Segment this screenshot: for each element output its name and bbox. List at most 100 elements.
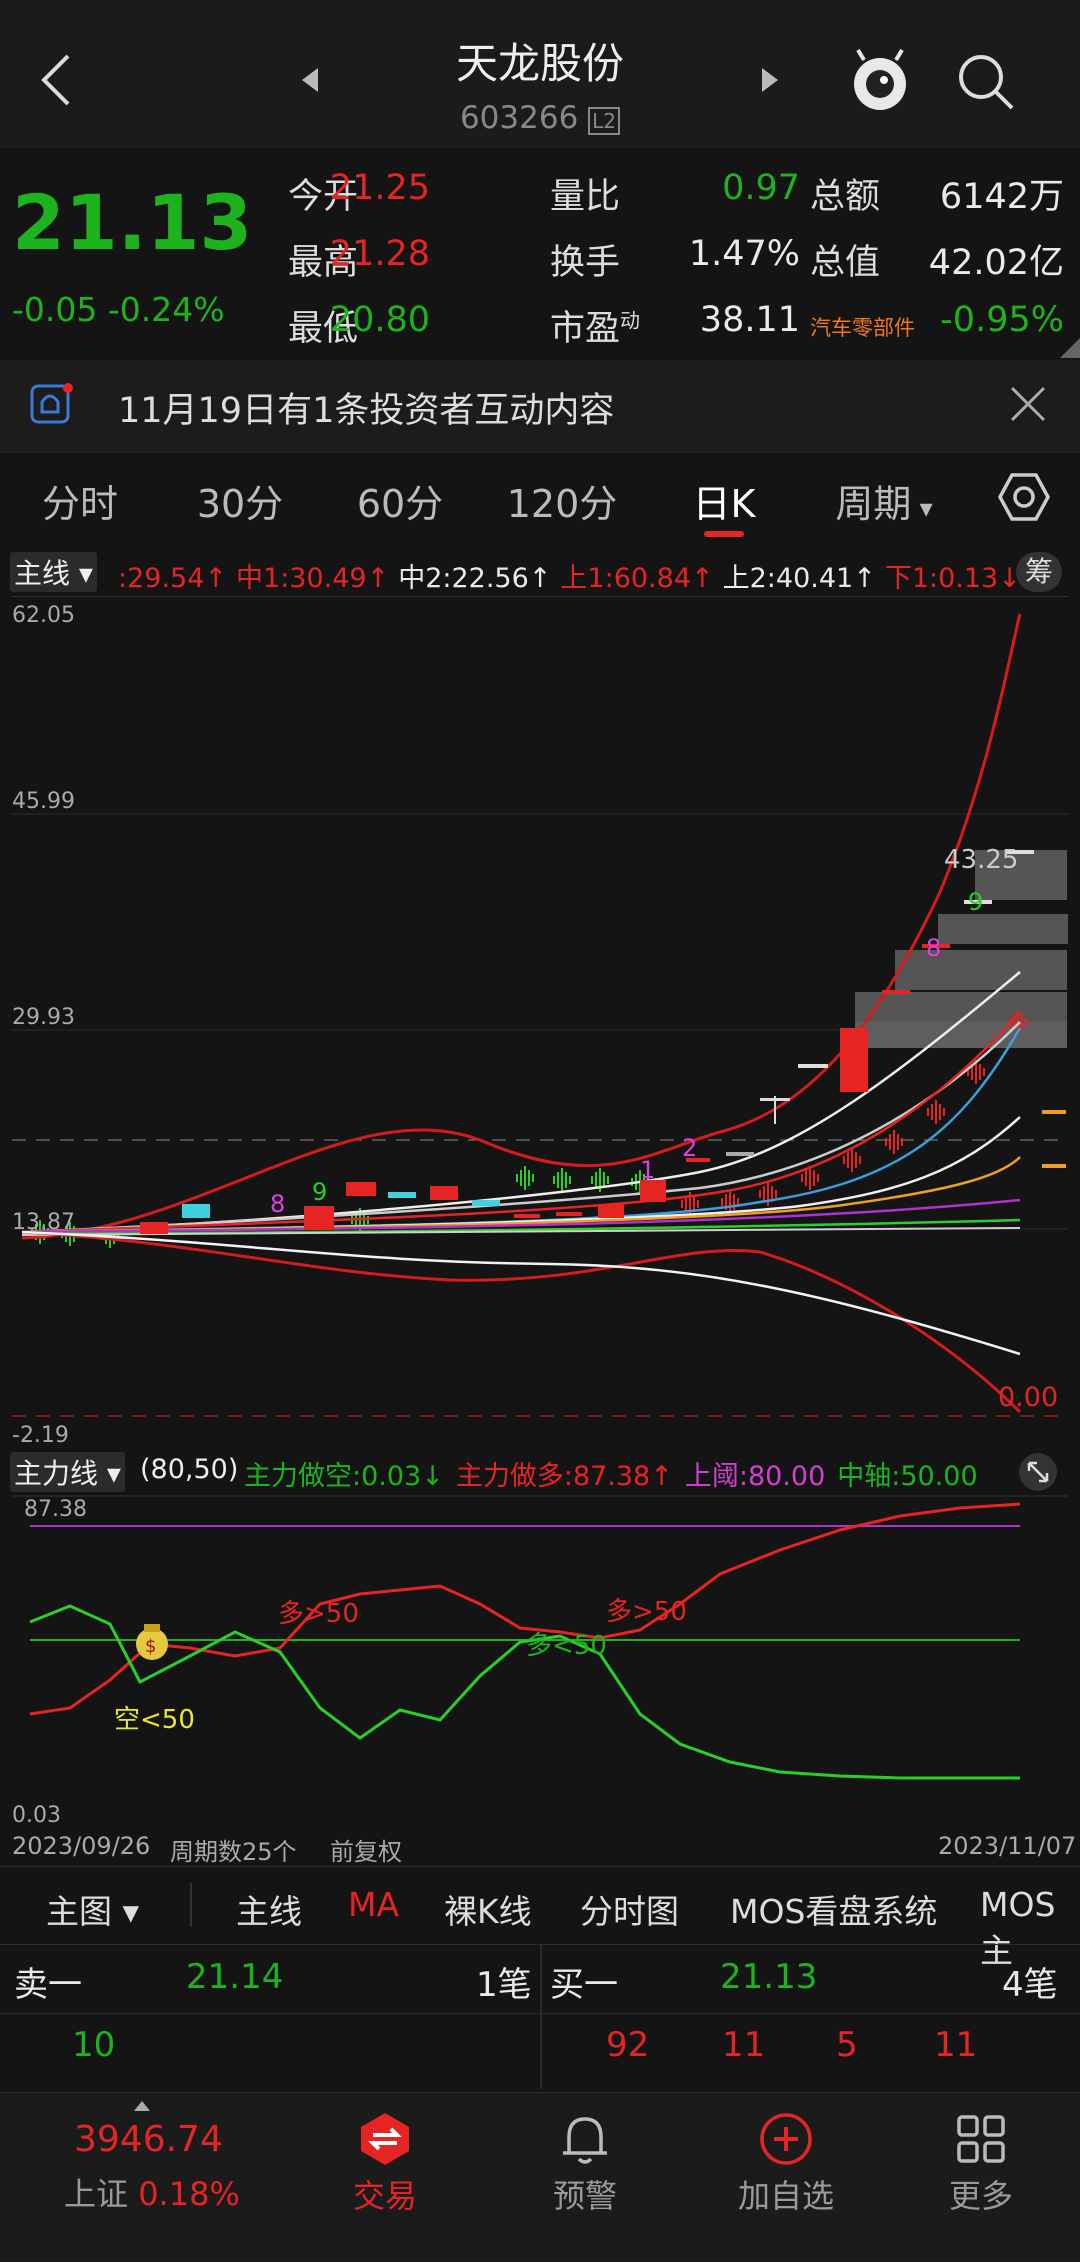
buy1-price: 21.13 xyxy=(720,1957,818,1997)
index-change: 上证 0.18% xyxy=(64,2175,240,2213)
divider xyxy=(190,1883,192,1927)
sub-indicator-value: 上阈:80.00 xyxy=(684,1461,826,1492)
main-indicator-select[interactable]: 主线 ▾ xyxy=(10,552,97,592)
notice-text: 11月19日有1条投资者互动内容 xyxy=(118,391,615,431)
money-bag-icon: $ xyxy=(136,1624,168,1660)
grid-icon xyxy=(957,2115,1005,2163)
kline-chart[interactable]: 62.05 45.99 29.93 13.87 -2.19 43.25 0.00… xyxy=(0,592,1080,1448)
tab-1[interactable]: 30分 xyxy=(160,473,320,528)
trade-label: 交易 xyxy=(352,2177,417,2215)
quote-value: 42.02亿 xyxy=(928,243,1064,283)
add-icon xyxy=(760,2113,812,2165)
indicator-value: :29.54↑ xyxy=(118,563,228,592)
main-force-chart[interactable]: $ 87.38 0.03 多>50 多>50 多<50 空<50 xyxy=(0,1492,1080,1862)
stock-code: 603266 L2 xyxy=(400,100,680,136)
view-item-3[interactable]: 分时图 xyxy=(580,1885,679,1933)
indicator-value: 上2:40.41↑ xyxy=(722,563,876,592)
alert-label: 预警 xyxy=(552,2177,617,2215)
divider xyxy=(0,2013,1080,2014)
tab-0[interactable]: 分时 xyxy=(0,473,160,528)
quote-value: 21.28 xyxy=(329,234,430,274)
long-force-line xyxy=(29,1502,1021,1716)
top-nav-bar: 天龙股份 603266 L2 xyxy=(0,0,1080,148)
settings-icon[interactable] xyxy=(996,469,1052,525)
tab-4[interactable]: 日K xyxy=(644,473,804,528)
last-price: 21.13 xyxy=(12,178,253,267)
adjust-mode: 前复权 xyxy=(330,1838,402,1866)
tab-3[interactable]: 120分 xyxy=(482,473,642,528)
main-chart-dropdown[interactable]: 主图 ▾ xyxy=(46,1885,139,1933)
buy1-volume: 92 xyxy=(606,2025,650,2065)
marker: 2 xyxy=(682,1134,697,1162)
expand-icon[interactable] xyxy=(1018,1452,1058,1492)
chip-distribution-button[interactable]: 筹 xyxy=(1016,552,1062,592)
price-tag-high: 43.25 xyxy=(944,845,1018,875)
annotation-long-1: 多>50 xyxy=(278,1599,359,1629)
kline-svg[interactable]: 62.05 45.99 29.93 13.87 -2.19 43.25 0.00… xyxy=(0,592,1080,1448)
mascot-icon[interactable] xyxy=(850,46,910,112)
sub-indicator-select[interactable]: 主力线 ▾ xyxy=(10,1452,125,1492)
order-book: 卖一 21.14 1笔 10 买一 21.13 4笔 92 11 5 11 xyxy=(0,1944,1080,2089)
notification-bell-icon xyxy=(30,383,73,424)
sub-indicator-bar: 主力线 ▾ (80,50) 主力做空:0.03↓ 主力做多:87.38↑ 上阈:80… xyxy=(0,1450,1080,1492)
lower-band-2 xyxy=(21,1230,1021,1356)
buy1-volume: 11 xyxy=(722,2025,766,2065)
end-date: 2023/11/07 xyxy=(938,1832,1077,1860)
indicator-value: 上1:60.84↑ xyxy=(560,563,714,592)
bell-icon xyxy=(563,2117,607,2164)
period-count: 周期数25个 xyxy=(170,1838,297,1866)
quote-label: 市盈动 xyxy=(550,308,641,349)
main-indicator-bar: 主线 ▾ :29.54↑ 中1:30.49↑ 中2:22.56↑ 上1:60.84↑ 上… xyxy=(0,552,1080,592)
next-stock-icon[interactable] xyxy=(760,66,780,94)
trade-button[interactable]: 交易 xyxy=(330,2111,440,2217)
marker: 9 xyxy=(312,1178,327,1206)
quote-value: -0.95% xyxy=(940,300,1064,340)
quote-label: 量比 xyxy=(550,177,621,217)
more-button[interactable]: 更多 xyxy=(926,2111,1036,2217)
marker: 1 xyxy=(640,1156,655,1184)
stock-name: 天龙股份 xyxy=(455,39,624,88)
expand-up-icon xyxy=(134,2101,150,2111)
sell1-volume: 10 xyxy=(72,2025,116,2065)
tab-2[interactable]: 60分 xyxy=(320,473,480,528)
annotation-short: 空<50 xyxy=(114,1705,195,1735)
main-force-svg[interactable]: $ 87.38 0.03 多>50 多>50 多<50 空<50 xyxy=(0,1492,1080,1832)
notice-bar[interactable]: 11月19日有1条投资者互动内容 xyxy=(0,360,1080,452)
quote-label: 总值 xyxy=(810,243,881,283)
sub-axis-top: 87.38 xyxy=(24,1497,87,1522)
view-item-4[interactable]: MOS看盘系统 xyxy=(730,1885,937,1933)
upper-band-1 xyxy=(21,613,1022,1240)
price-tag-zero: 0.00 xyxy=(998,1382,1058,1413)
quote-value: 0.97 xyxy=(722,168,800,208)
quote-value: 38.11 xyxy=(699,300,800,340)
buy1-volume: 5 xyxy=(836,2025,858,2065)
prev-stock-icon[interactable] xyxy=(300,66,320,94)
short-force-line xyxy=(29,1604,1020,1780)
active-tab-indicator xyxy=(704,531,744,537)
bottom-bar: 3946.74 上证 0.18% 交易 预警 加自选 更多 xyxy=(0,2092,1080,2261)
view-item-1[interactable]: MA xyxy=(348,1885,399,1924)
tab-5[interactable]: 周期 ▾ xyxy=(804,473,964,528)
start-date: 2023/09/26 xyxy=(12,1832,151,1860)
svg-text:$: $ xyxy=(145,1636,156,1657)
view-item-0[interactable]: 主线 xyxy=(236,1885,302,1933)
index-value: 3946.74 xyxy=(74,2119,223,2160)
chip-bars xyxy=(855,850,1068,1048)
sub-indicator-value: 主力做多:87.38↑ xyxy=(455,1461,673,1492)
more-label: 更多 xyxy=(948,2177,1013,2215)
level2-badge: L2 xyxy=(588,107,621,135)
close-icon[interactable] xyxy=(1008,384,1048,424)
back-icon[interactable] xyxy=(38,52,72,108)
sell1-label: 卖一 xyxy=(14,1965,82,2005)
view-item-2[interactable]: 裸K线 xyxy=(444,1885,532,1933)
marker: 8 xyxy=(926,934,941,962)
quote-value: 1.47% xyxy=(688,234,800,274)
divider xyxy=(540,1945,542,2089)
alert-button[interactable]: 预警 xyxy=(530,2111,640,2217)
chevron-down-icon: ▾ xyxy=(911,494,933,524)
index-widget[interactable]: 3946.74 上证 0.18% xyxy=(0,2093,286,2262)
view-bar: 主图 ▾ 主线 MA 裸K线 分时图 MOS看盘系统 MOS主 xyxy=(0,1866,1080,1970)
add-watchlist-button[interactable]: 加自选 xyxy=(726,2111,846,2217)
search-icon[interactable] xyxy=(956,52,1016,112)
period-tabs: 分时 30分 60分 120分 日K 周期 ▾ xyxy=(0,452,1080,552)
